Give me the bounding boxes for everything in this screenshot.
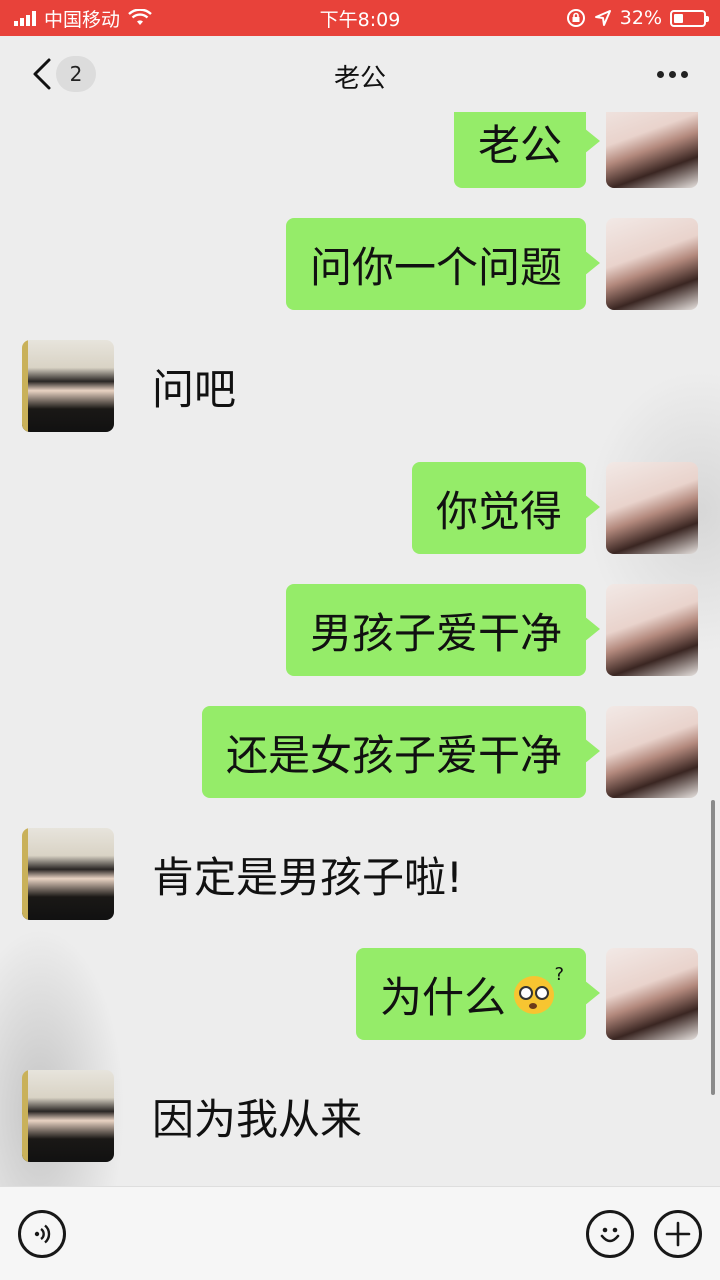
message-text: 问吧 xyxy=(152,364,237,414)
more-functions-button[interactable] xyxy=(654,1210,702,1258)
status-left: 中国移动 xyxy=(14,5,152,32)
status-right: 32% xyxy=(566,7,709,29)
dizzy-face-emoji-icon: ? xyxy=(512,964,564,1016)
rotation-lock-icon xyxy=(566,9,585,27)
battery-icon xyxy=(670,9,709,27)
outgoing-message-bubble[interactable]: 为什么 ? xyxy=(355,948,601,1040)
message-text: 肯定是男孩子啦! xyxy=(152,852,463,902)
voice-button[interactable] xyxy=(18,1210,66,1258)
chat-scrollbar[interactable] xyxy=(711,800,715,1095)
my-avatar[interactable] xyxy=(606,112,698,188)
outgoing-message-bubble[interactable]: 还是女孩子爱干净 xyxy=(201,706,601,798)
contact-avatar[interactable] xyxy=(22,828,114,920)
message-text: 因为我从来 xyxy=(152,1094,363,1144)
message-text: 你觉得 xyxy=(435,486,562,536)
signal-icon xyxy=(14,10,36,26)
my-avatar[interactable] xyxy=(606,706,698,798)
my-avatar[interactable] xyxy=(606,584,698,676)
outgoing-message-bubble[interactable]: 问你一个问题 xyxy=(285,218,601,310)
carrier-label: 中国移动 xyxy=(44,8,121,31)
incoming-message-bubble[interactable]: 因为我从来 xyxy=(134,1070,380,1162)
my-avatar[interactable] xyxy=(606,218,698,310)
contact-avatar[interactable] xyxy=(22,1070,114,1162)
chat-title: 老公 xyxy=(333,64,386,94)
outgoing-message-bubble[interactable]: 男孩子爱干净 xyxy=(285,584,601,676)
outgoing-message-bubble[interactable]: 老公 xyxy=(453,112,601,188)
incoming-message-bubble[interactable]: 肯定是男孩子啦! xyxy=(134,828,481,920)
message-text: 老公 xyxy=(477,120,562,170)
input-bar xyxy=(0,1186,720,1280)
status-bar: 中国移动 下午8:09 32% xyxy=(0,0,720,36)
battery-percent: 32% xyxy=(619,7,662,29)
chat-area[interactable]: 老公 问你一个问题 问吧 你觉得 男孩子爱干净 还是女孩子爱干净 肯定是男孩子啦… xyxy=(0,112,720,1186)
voice-icon xyxy=(34,1224,51,1244)
emoji-icon xyxy=(600,1227,620,1243)
my-avatar[interactable] xyxy=(606,462,698,554)
message-text: 为什么 xyxy=(379,972,506,1022)
emoji-button[interactable] xyxy=(586,1210,634,1258)
more-dot-icon xyxy=(668,70,676,78)
location-arrow-icon xyxy=(594,10,611,26)
more-dot-icon xyxy=(656,70,664,78)
wifi-icon xyxy=(128,9,152,25)
nav-bar: 2 老公 xyxy=(0,36,720,112)
outgoing-message-bubble[interactable]: 你觉得 xyxy=(411,462,601,554)
more-dot-icon xyxy=(680,70,688,78)
message-text: 男孩子爱干净 xyxy=(309,608,562,658)
contact-avatar[interactable] xyxy=(22,340,114,432)
my-avatar[interactable] xyxy=(606,948,698,1040)
battery-level xyxy=(674,13,683,23)
incoming-message-bubble[interactable]: 问吧 xyxy=(134,340,254,432)
message-text: 还是女孩子爱干净 xyxy=(225,730,562,780)
plus-icon xyxy=(665,1221,691,1247)
message-text: 问你一个问题 xyxy=(309,242,562,292)
more-options-button[interactable] xyxy=(652,60,692,88)
